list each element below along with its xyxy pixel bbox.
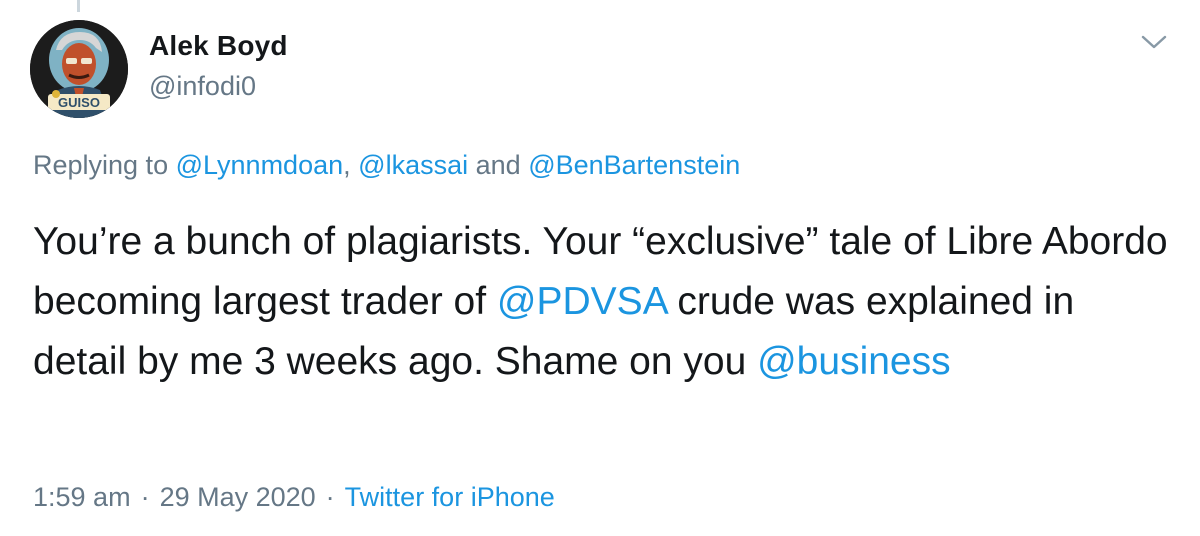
avatar[interactable]: GUISO — [30, 20, 128, 118]
mention-link-lkassai[interactable]: @lkassai — [358, 150, 468, 180]
tweet-metadata: 1:59 am · 29 May 2020 · Twitter for iPhone — [33, 482, 555, 513]
tweet-time[interactable]: 1:59 am — [33, 482, 131, 512]
mention-link-business[interactable]: @business — [757, 340, 951, 383]
replying-to-label: Replying to — [33, 150, 169, 180]
tweet-date[interactable]: 29 May 2020 — [160, 482, 316, 512]
mention-link-pdvsa[interactable]: @PDVSA — [497, 280, 667, 323]
tweet-source-link[interactable]: Twitter for iPhone — [345, 482, 555, 512]
more-options-button[interactable] — [1138, 28, 1170, 56]
meta-separator: · — [325, 482, 335, 512]
author-handle[interactable]: @infodi0 — [149, 71, 256, 102]
mention-link-lynnmdoan[interactable]: @Lynnmdoan — [176, 150, 344, 180]
avatar-badge-text: GUISO — [58, 95, 100, 110]
reply-comma: , — [343, 150, 351, 180]
tweet-card[interactable]: GUISO Alek Boyd @infodi0 Replying to @Ly… — [0, 0, 1200, 536]
meta-separator: · — [140, 482, 150, 512]
mention-link-benbartenstein[interactable]: @BenBartenstein — [528, 150, 740, 180]
author-name[interactable]: Alek Boyd — [149, 30, 288, 62]
thread-connector-line — [77, 0, 80, 12]
chevron-down-icon — [1141, 35, 1167, 49]
avatar-portrait-image: GUISO — [30, 20, 128, 118]
tweet-text: You’re a bunch of plagiarists. Your “exc… — [33, 212, 1173, 392]
reply-and: and — [475, 150, 521, 180]
replying-to-line: Replying to @Lynnmdoan, @lkassai and @Be… — [33, 150, 740, 181]
